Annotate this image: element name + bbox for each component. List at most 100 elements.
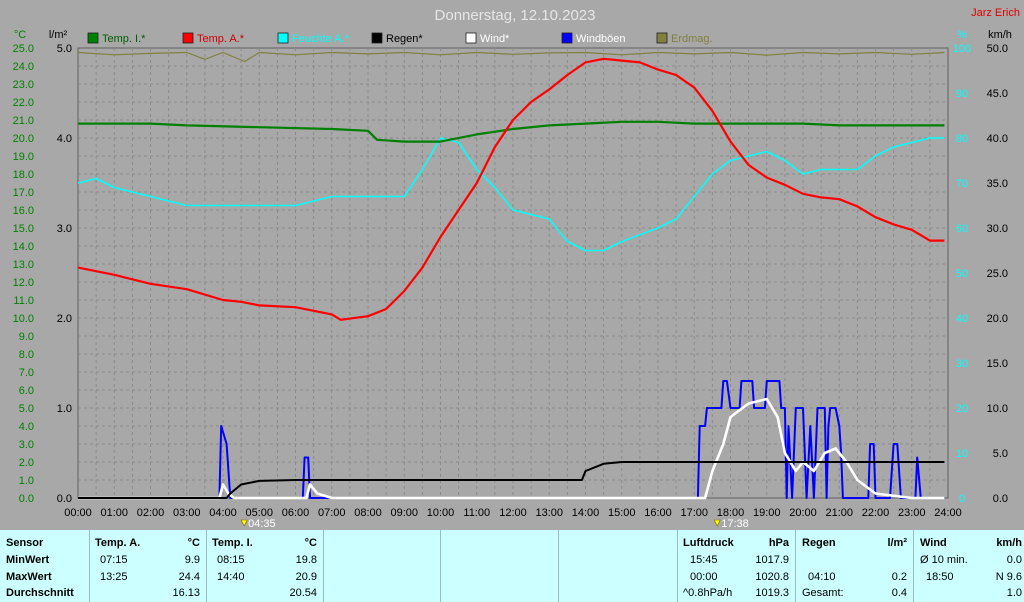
temp-tick-label: 15.0 [13, 223, 34, 235]
pct-tick-label: 80 [956, 133, 968, 145]
legend-label: Windböen [576, 33, 626, 45]
row-label-min: MinWert [6, 554, 50, 566]
temp-i-max-time: 14:40 [217, 571, 245, 583]
temp-unit-label: °C [14, 29, 26, 41]
empty-column-2 [441, 530, 559, 602]
pct-tick-label: 50 [956, 268, 968, 280]
temp-tick-label: 3.0 [19, 439, 34, 451]
x-tick-label: 14:00 [572, 507, 600, 519]
wind-tick-label: 0.0 [993, 493, 1008, 505]
x-tick-label: 17:00 [680, 507, 708, 519]
temp-i-min-time: 08:15 [217, 554, 245, 566]
legend-swatch [277, 32, 289, 44]
temp-i-avg-value: 20.54 [289, 587, 317, 599]
luftdruck-avg-value: 1019.3 [755, 587, 789, 599]
temp-tick-label: 11.0 [13, 295, 34, 307]
temp-tick-label: 18.0 [13, 169, 34, 181]
x-tick-label: 22:00 [862, 507, 890, 519]
pct-tick-label: 100 [953, 43, 971, 55]
temp-a-column: Temp. A. °C 07:15 9.9 13:25 24.4 16.13 [90, 530, 207, 602]
x-tick-label: 24:00 [934, 507, 962, 519]
luftdruck-column: Luftdruck hPa 15:45 1017.9 00:00 1020.8 … [678, 530, 796, 602]
stats-table: Sensor MinWert MaxWert Durchschnitt Temp… [0, 530, 1024, 602]
temp-tick-label: 24.0 [13, 61, 34, 73]
wind-header: Wind [920, 537, 947, 549]
temp-tick-label: 6.0 [19, 385, 34, 397]
temp-tick-label: 8.0 [19, 349, 34, 361]
wind-avg10-label: Ø 10 min. [920, 554, 968, 566]
wind-tick-label: 40.0 [987, 133, 1008, 145]
legend-swatch [465, 32, 477, 44]
temp-i-min-value: 19.8 [295, 554, 317, 566]
temp-a-max-value: 24.4 [178, 571, 200, 583]
wind-avg-value: 1.0 [1006, 587, 1022, 599]
pct-tick-label: 90 [956, 88, 968, 100]
wind-tick-label: 35.0 [987, 178, 1008, 190]
wind-max-value: N 9.6 [995, 571, 1022, 583]
rain-tick-label: 0.0 [57, 493, 72, 505]
pct-tick-label: 0 [959, 493, 965, 505]
temp-tick-label: 12.0 [13, 277, 34, 289]
pct-tick-label: 10 [956, 448, 968, 460]
temp-a-avg-value: 16.13 [172, 587, 200, 599]
temp-tick-label: 21.0 [13, 115, 34, 127]
pct-tick-label: 20 [956, 403, 968, 415]
legend-label: Erdmag. [671, 33, 713, 45]
regen-column: Regen l/m² 04:10 0.2 Gesamt: 0.4 [796, 530, 914, 602]
legend-swatch [656, 32, 668, 44]
luftdruck-min-value: 1017.9 [755, 554, 789, 566]
weather-chart: Donnerstag, 12.10.2023 Jarz Erich °C l/m… [0, 0, 1024, 530]
rain-tick-label: 4.0 [57, 133, 72, 145]
temp-tick-label: 10.0 [13, 313, 34, 325]
x-tick-label: 15:00 [608, 507, 636, 519]
temp-i-max-value: 20.9 [295, 571, 317, 583]
temp-tick-label: 14.0 [13, 241, 34, 253]
temp-tick-label: 22.0 [13, 97, 34, 109]
x-tick-label: 10:00 [427, 507, 455, 519]
luftdruck-unit: hPa [768, 537, 789, 549]
temp-tick-label: 4.0 [19, 421, 34, 433]
x-tick-label: 12:00 [499, 507, 527, 519]
regen-total-label: Gesamt: [802, 587, 844, 599]
x-tick-label: 06:00 [282, 507, 310, 519]
temp-i-unit: °C [304, 537, 317, 549]
legend-swatch [371, 32, 383, 44]
rain-unit-label: l/m² [49, 29, 68, 41]
legend-label: Regen* [386, 33, 423, 45]
regen-unit: l/m² [887, 537, 907, 549]
temp-a-unit: °C [187, 537, 200, 549]
temp-a-max-time: 13:25 [100, 571, 128, 583]
x-tick-label: 09:00 [390, 507, 418, 519]
wind-tick-label: 30.0 [987, 223, 1008, 235]
sunset-time-label: 17:38 [721, 518, 749, 530]
luftdruck-min-time: 15:45 [690, 554, 718, 566]
luftdruck-trend: ^0.8hPa/h [683, 587, 733, 599]
wind-tick-label: 25.0 [987, 268, 1008, 280]
author-label: Jarz Erich [971, 7, 1020, 19]
luftdruck-max-value: 1020.8 [755, 571, 789, 583]
x-tick-label: 01:00 [100, 507, 128, 519]
luftdruck-max-time: 00:00 [690, 571, 718, 583]
x-tick-label: 20:00 [789, 507, 817, 519]
temp-tick-label: 23.0 [13, 79, 34, 91]
temp-tick-label: 2.0 [19, 457, 34, 469]
x-tick-label: 03:00 [173, 507, 201, 519]
temp-a-min-time: 07:15 [100, 554, 128, 566]
temp-tick-label: 17.0 [13, 187, 34, 199]
wind-tick-label: 20.0 [987, 313, 1008, 325]
x-tick-label: 23:00 [898, 507, 926, 519]
x-tick-label: 16:00 [644, 507, 672, 519]
regen-header: Regen [802, 537, 836, 549]
pct-unit-label: % [957, 29, 967, 41]
wind-avg10-value: 0.0 [1006, 554, 1022, 566]
temp-tick-label: 19.0 [13, 151, 34, 163]
regen-total-value: 0.4 [891, 587, 907, 599]
wind-tick-label: 15.0 [987, 358, 1008, 370]
wind-unit-label: km/h [988, 29, 1012, 41]
regen-max-time: 04:10 [808, 571, 836, 583]
x-tick-label: 07:00 [318, 507, 346, 519]
temp-tick-label: 16.0 [13, 205, 34, 217]
legend-swatch [87, 32, 99, 44]
wind-unit: km/h [996, 537, 1022, 549]
legend-label: Temp. A.* [197, 33, 245, 45]
